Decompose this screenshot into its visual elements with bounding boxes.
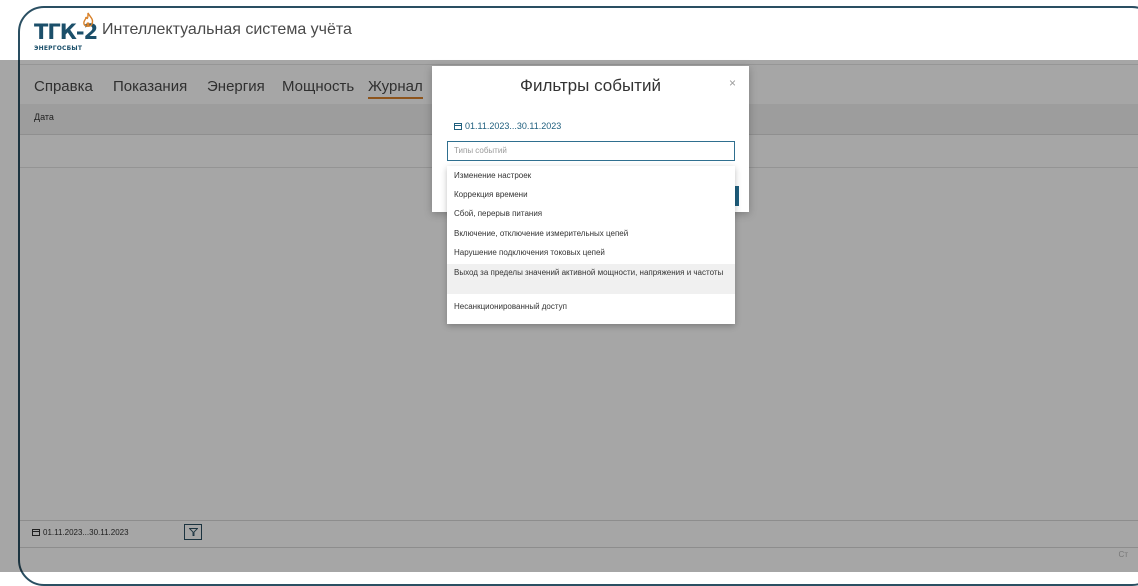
event-type-option[interactable]: Сбой, перерыв питания <box>447 208 735 220</box>
flame-icon <box>83 12 94 27</box>
event-type-option[interactable]: Включение, отключение измерительных цепе… <box>447 228 735 240</box>
modal-title: Фильтры событий <box>520 76 661 95</box>
event-types-dropdown: Изменение настроек Коррекция времени Сбо… <box>447 166 735 324</box>
event-type-option[interactable]: Нарушение подключения токовых цепей <box>447 247 735 259</box>
close-icon[interactable]: × <box>729 76 736 90</box>
corner-text: Ст <box>1118 550 1128 559</box>
event-type-option[interactable]: Изменение настроек <box>447 170 735 182</box>
app-title: Интеллектуальная система учёта <box>102 21 352 38</box>
header: ТГК-2 ЭНЕРГОСБЫТ Интеллектуальная систем… <box>20 8 1138 60</box>
modal-date-range[interactable]: 01.11.2023...30.11.2023 <box>454 121 561 131</box>
logo: ТГК-2 ЭНЕРГОСБЫТ <box>34 12 106 52</box>
modal-date-text: 01.11.2023...30.11.2023 <box>465 121 562 131</box>
logo-subtext: ЭНЕРГОСБЫТ <box>34 45 83 52</box>
event-types-input[interactable]: Типы событий <box>447 141 735 161</box>
event-type-option[interactable]: Коррекция времени <box>447 189 735 201</box>
event-type-option[interactable]: Выход за пределы значений активной мощно… <box>447 264 735 294</box>
event-type-option[interactable]: Несанкционированный доступ <box>447 301 735 313</box>
calendar-icon <box>454 123 462 130</box>
